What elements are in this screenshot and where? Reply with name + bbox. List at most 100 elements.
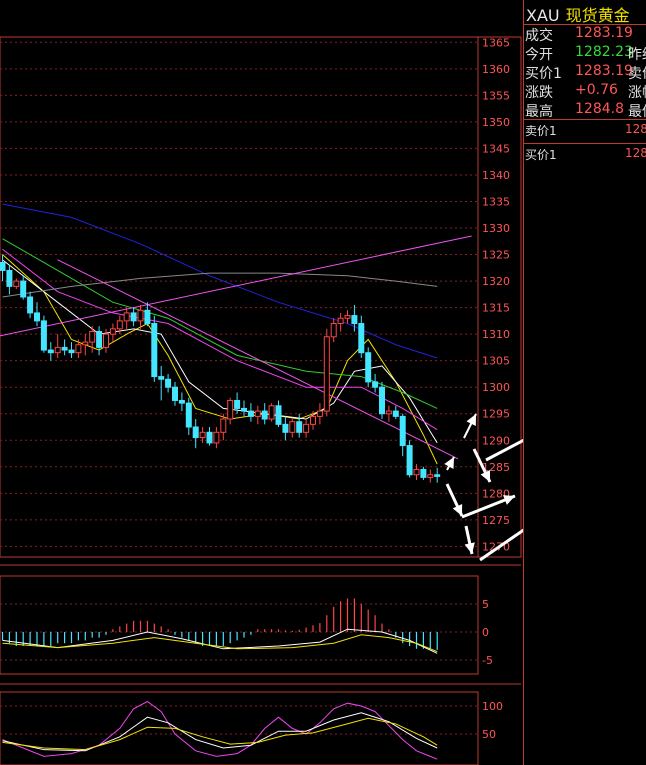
candle-body [137, 309, 144, 322]
candle-body [330, 323, 337, 338]
candle-body [158, 376, 165, 380]
row-label: 最高 [525, 104, 553, 120]
candle-body [385, 410, 392, 415]
macd-panel: 5 0 -5 [0, 598, 493, 667]
candle-body [20, 280, 27, 298]
candle-body [406, 445, 413, 476]
divider [524, 119, 646, 120]
macd-line [2, 634, 438, 653]
candle-body [310, 415, 316, 425]
moving-average-line [2, 254, 438, 465]
candle-body [151, 323, 158, 378]
row-value: 1282.23 [575, 44, 633, 60]
row-label-2: 卖价 [628, 66, 646, 82]
candle-body [413, 468, 420, 476]
candle-body [130, 312, 137, 322]
candle-body [61, 346, 68, 351]
candle-body [40, 320, 47, 351]
arrow-head [464, 542, 475, 554]
row-value: +0.76 [575, 82, 618, 98]
row-label: 成交 [525, 28, 553, 44]
candle-body [199, 431, 206, 439]
candle-body [372, 381, 379, 388]
price-tick-label: 1355 [482, 89, 510, 102]
candle-body [185, 402, 192, 428]
price-tick-label: 1325 [482, 249, 510, 262]
candle-body [427, 474, 434, 478]
candle-body [234, 399, 241, 409]
macd-line [2, 628, 438, 654]
candle-body [165, 378, 172, 388]
kline-chart[interactable]: 1365 1360 1355 1350 1345 1340 1335 1330 1325 1320… [0, 0, 523, 765]
candle-body [54, 346, 61, 354]
candle-body [365, 352, 372, 383]
candle-body [103, 333, 109, 348]
price-tick-label: 1340 [482, 169, 510, 182]
candle-body [13, 280, 20, 287]
row-label-2: 涨幅 [628, 85, 646, 101]
candle-body [116, 320, 123, 330]
candle-body [192, 426, 199, 439]
candle-body [296, 421, 303, 433]
row-value: 1284.8 [575, 101, 624, 117]
price-tick-label: 1335 [482, 195, 510, 208]
candle-body [178, 399, 185, 404]
candlesticks [0, 254, 441, 483]
candle-body [123, 312, 130, 322]
panel-border [0, 575, 479, 675]
candle-body [241, 407, 247, 412]
candle-body [268, 405, 275, 420]
candle-body [344, 315, 351, 319]
price-tick-label: 1360 [482, 63, 510, 76]
quote-row-last: 成交 1283.19 [524, 25, 646, 44]
divider [524, 143, 646, 144]
candle-body [282, 423, 289, 433]
candle-body [247, 410, 254, 417]
row-label: 涨跌 [525, 85, 553, 101]
candle-body [275, 405, 282, 425]
kdj-panel: 100 50 [0, 700, 503, 760]
kdj-tick-label: 50 [482, 728, 496, 741]
price-tick-label: 1315 [482, 302, 510, 315]
trendline [57, 259, 459, 460]
candle-body [227, 399, 234, 420]
moving-average-line [2, 238, 438, 409]
candle-body [303, 423, 310, 433]
quote-row-open: 今开 1282.23 昨结 [524, 44, 646, 63]
candle-body [323, 336, 330, 412]
macd-tick-label: 0 [482, 626, 489, 639]
candle-body [289, 421, 296, 433]
orderbook-label: 买价1 [525, 148, 557, 162]
price-tick-label: 1320 [482, 275, 510, 288]
panel-border [0, 36, 522, 558]
row-label-2: 最低 [628, 104, 646, 120]
candle-body [351, 315, 358, 325]
candle-body [82, 341, 89, 346]
row-value: 1283.19 [575, 25, 633, 41]
macd-tick-label: -5 [482, 654, 493, 667]
kdj-line [2, 712, 438, 752]
candle-body [316, 410, 323, 417]
price-gridlines [0, 41, 478, 547]
orderbook-label: 卖价1 [525, 124, 557, 138]
quote-row-high: 最高 1284.8 最低 [524, 101, 646, 120]
symbol-code: XAU [526, 6, 560, 25]
price-tick-label: 1305 [482, 355, 510, 368]
candle-body [399, 415, 406, 447]
candle-body [89, 330, 96, 343]
candle-body [6, 269, 13, 287]
candle-body [337, 317, 344, 325]
price-tick-label: 1350 [482, 116, 510, 129]
candle-body [213, 431, 220, 444]
price-tick-label: 1345 [482, 142, 510, 155]
price-tick-label: 1365 [482, 36, 510, 49]
price-tick-label: 1310 [482, 328, 510, 341]
price-tick-label: 1300 [482, 381, 510, 394]
candle-body [68, 349, 75, 354]
candle-body [420, 468, 427, 478]
orderbook-value: 128 [625, 122, 646, 136]
moving-average-lines [2, 203, 438, 465]
candle-body [96, 330, 103, 348]
price-tick-label: 1330 [482, 222, 510, 235]
row-value: 1283.19 [575, 63, 633, 79]
